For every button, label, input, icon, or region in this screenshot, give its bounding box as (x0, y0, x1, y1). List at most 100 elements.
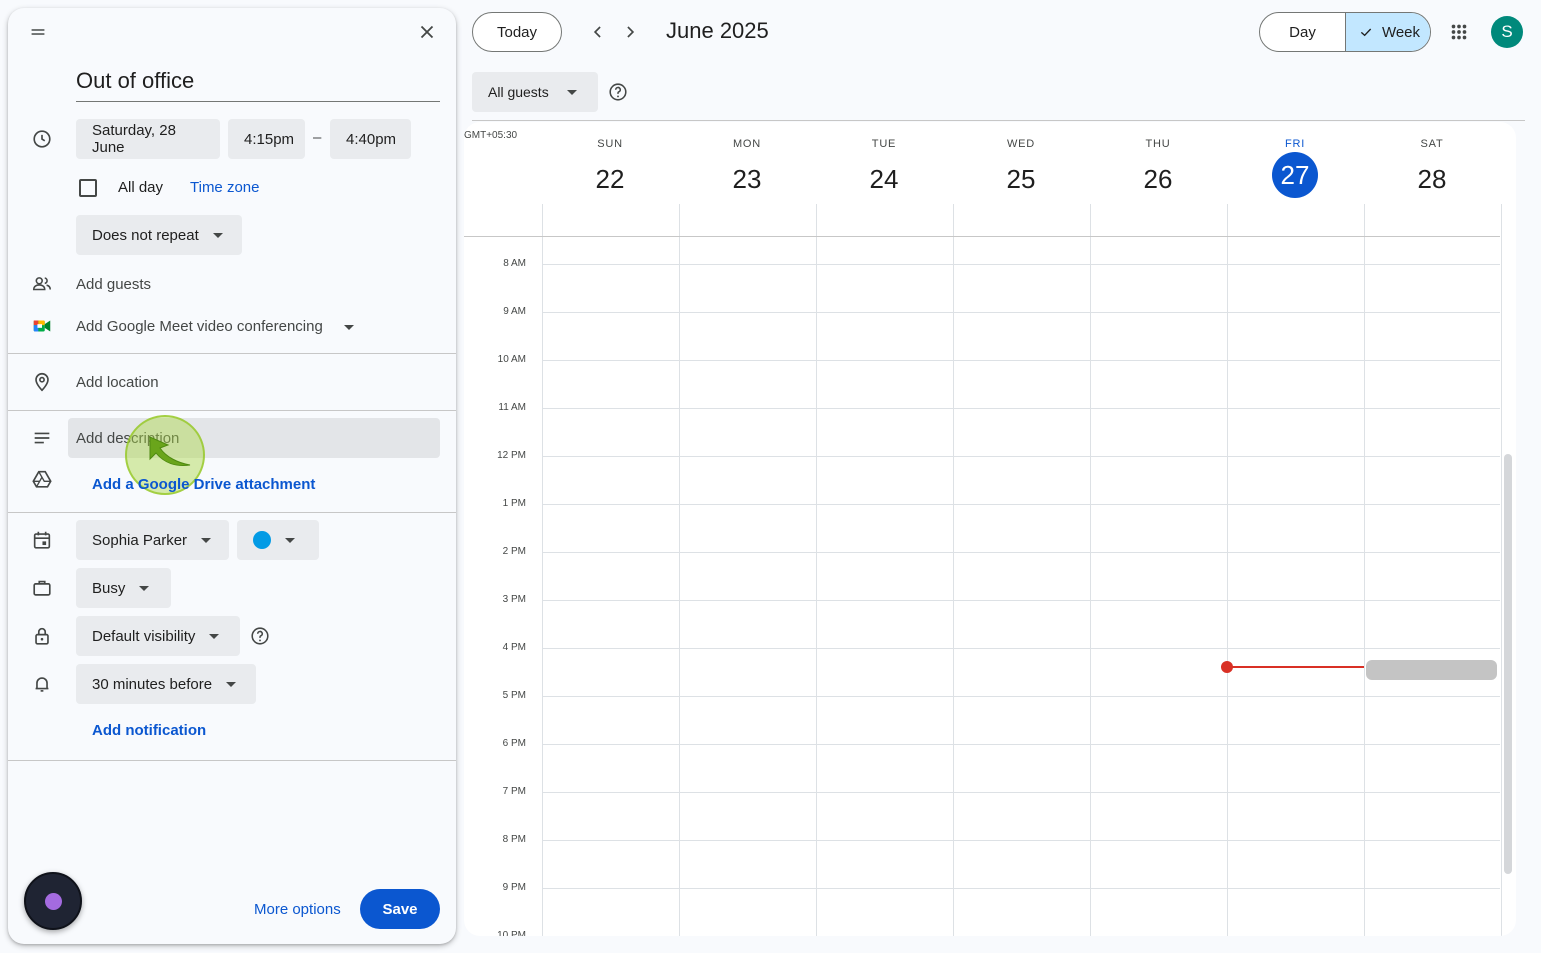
day-of-week-label: SUN (597, 138, 623, 150)
all-day-label: All day (118, 179, 164, 196)
today-button[interactable]: Today (472, 12, 562, 52)
hour-label: 10 AM (497, 354, 526, 365)
day-header-mon[interactable]: MON 23 (679, 138, 815, 202)
day-header-sat[interactable]: SAT 28 (1364, 138, 1500, 202)
event-color-dropdown[interactable] (237, 520, 319, 560)
visibility-dropdown[interactable]: Default visibility (76, 616, 240, 656)
help-icon[interactable] (602, 76, 634, 108)
availability-dropdown[interactable]: Busy (76, 568, 171, 608)
day-view-button[interactable]: Day (1260, 13, 1346, 51)
more-options-button[interactable]: More options (254, 901, 341, 918)
event-title-input[interactable]: Out of office (76, 68, 440, 102)
lock-icon (30, 624, 54, 648)
hour-label: 11 AM (498, 402, 526, 413)
chevron-left-icon[interactable] (582, 16, 614, 48)
hour-label: 10 PM (497, 930, 526, 936)
location-pin-icon (30, 370, 54, 394)
check-icon (1360, 28, 1372, 37)
day-number[interactable]: 22 (587, 156, 633, 202)
hour-gridline (542, 456, 1500, 457)
time-range-dash: – (313, 129, 322, 146)
day-number[interactable]: 23 (724, 156, 770, 202)
draft-event-block[interactable] (1366, 660, 1497, 680)
vertical-scrollbar[interactable] (1504, 454, 1512, 874)
current-time-line (1227, 666, 1364, 669)
hour-label: 2 PM (502, 546, 526, 557)
calendar-owner-dropdown[interactable]: Sophia Parker (76, 520, 229, 560)
section-divider (8, 410, 456, 411)
repeat-dropdown[interactable]: Does not repeat (76, 215, 242, 255)
hour-label: 8 AM (503, 258, 526, 269)
timezone-label: GMT+05:30 (464, 130, 518, 141)
start-time-button[interactable]: 4:15pm (228, 119, 305, 159)
month-title: June 2025 (666, 18, 769, 43)
add-meet-label: Add Google Meet video conferencing (76, 318, 323, 335)
day-number[interactable]: 25 (998, 156, 1044, 202)
hour-gridline (542, 888, 1500, 889)
visibility-value: Default visibility (92, 627, 196, 645)
week-view-button[interactable]: Week (1346, 13, 1430, 51)
calendar-owner-value: Sophia Parker (92, 531, 188, 549)
hour-gridline (542, 600, 1500, 601)
briefcase-icon (30, 576, 54, 600)
notification-dropdown[interactable]: 30 minutes before (76, 664, 256, 704)
hour-gridline (542, 504, 1500, 505)
section-divider (8, 760, 456, 761)
column-divider (679, 204, 680, 936)
day-header-fri[interactable]: FRI 27 (1227, 138, 1363, 198)
assistant-bubble-button[interactable] (24, 872, 82, 930)
google-meet-icon (30, 314, 54, 338)
drive-attachment-link[interactable]: Add a Google Drive attachment (92, 476, 315, 493)
chevron-down-icon (209, 633, 220, 639)
all-guests-dropdown[interactable]: All guests (472, 72, 598, 112)
chevron-down-icon (201, 537, 212, 543)
hour-gridline (542, 696, 1500, 697)
column-divider (816, 204, 817, 936)
apps-grid-icon[interactable] (1443, 16, 1475, 48)
help-icon[interactable] (248, 624, 272, 648)
chevron-down-icon (212, 232, 223, 238)
chevron-down-icon (285, 537, 295, 543)
date-picker-button[interactable]: Saturday, 28 June (76, 119, 220, 159)
chevron-down-icon (139, 585, 150, 591)
day-number[interactable]: 26 (1135, 156, 1181, 202)
description-lines-icon (30, 426, 54, 450)
time-zone-link[interactable]: Time zone (190, 179, 259, 196)
meet-options-chevron-icon[interactable] (344, 325, 354, 330)
header-divider (464, 236, 1500, 237)
day-header-wed[interactable]: WED 25 (953, 138, 1089, 202)
color-swatch (253, 531, 271, 549)
section-divider (8, 512, 456, 513)
week-view-label: Week (1381, 23, 1421, 41)
all-day-checkbox[interactable] (79, 179, 97, 197)
hour-label: 9 PM (502, 882, 526, 893)
day-of-week-label: THU (1145, 138, 1171, 150)
day-number[interactable]: 24 (861, 156, 907, 202)
description-input[interactable]: Add description (68, 418, 440, 458)
hour-gridline (542, 264, 1500, 265)
chevron-down-icon (226, 681, 237, 687)
hour-label: 4 PM (502, 642, 526, 653)
chevron-right-icon[interactable] (614, 16, 646, 48)
hour-gridline (542, 408, 1500, 409)
column-divider (1090, 204, 1091, 936)
hour-label: 7 PM (502, 786, 526, 797)
add-meet-button[interactable]: Add Google Meet video conferencing (76, 318, 323, 335)
save-button[interactable]: Save (360, 889, 440, 929)
day-number[interactable]: 27 (1272, 152, 1318, 198)
add-location-input[interactable]: Add location (76, 374, 159, 391)
availability-value: Busy (92, 579, 126, 597)
account-avatar[interactable]: S (1491, 16, 1523, 48)
drag-handle-icon[interactable] (26, 20, 50, 44)
end-time-button[interactable]: 4:40pm (330, 119, 411, 159)
close-icon[interactable] (415, 20, 439, 44)
add-notification-link[interactable]: Add notification (92, 722, 206, 739)
clock-icon (30, 127, 54, 151)
day-number[interactable]: 28 (1409, 156, 1455, 202)
hour-gridline (542, 312, 1500, 313)
day-header-thu[interactable]: THU 26 (1090, 138, 1226, 202)
add-guests-input[interactable]: Add guests (76, 276, 151, 293)
day-header-tue[interactable]: TUE 24 (816, 138, 952, 202)
day-header-sun[interactable]: SUN 22 (542, 138, 678, 202)
day-of-week-label: WED (1006, 138, 1036, 150)
